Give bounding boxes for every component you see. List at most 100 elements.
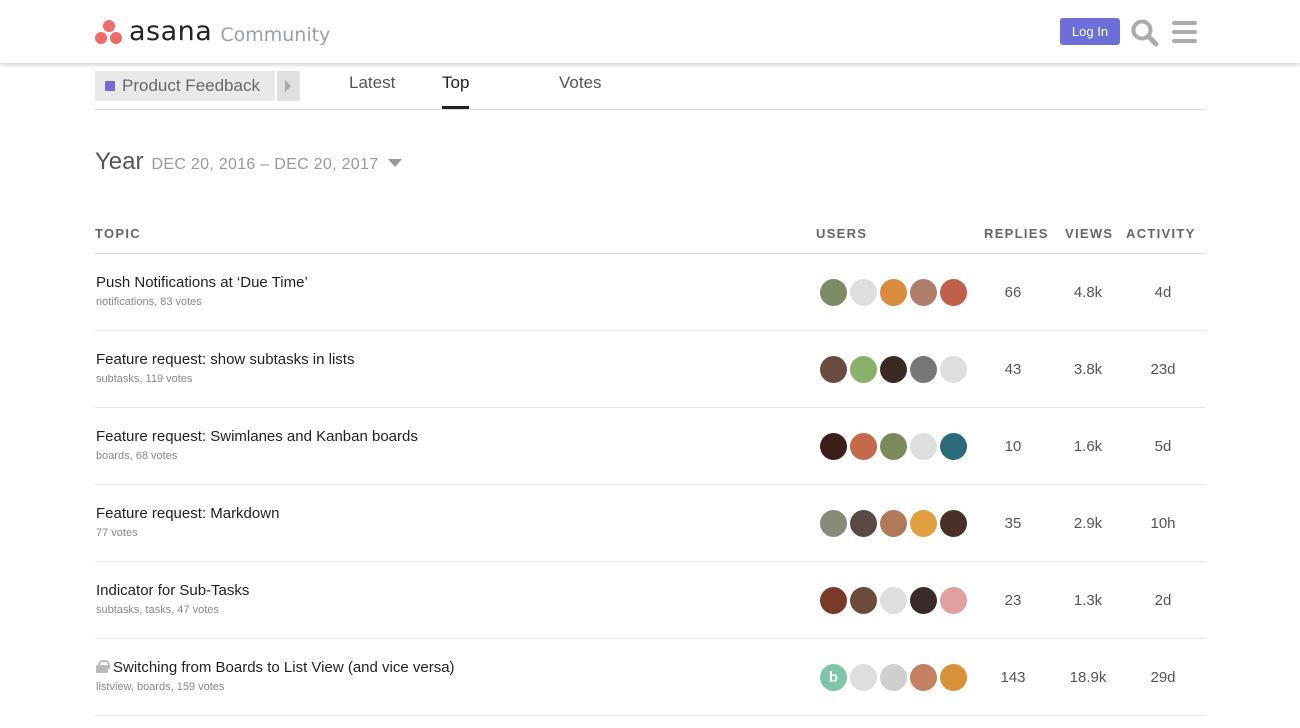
column-activity[interactable]: ACTIVITY xyxy=(1126,226,1196,241)
brand-subtitle: Community xyxy=(220,23,331,46)
reply-count: 66 xyxy=(1004,284,1022,301)
view-count: 2.9k xyxy=(1073,515,1103,532)
avatar[interactable] xyxy=(910,433,937,460)
reply-count: 43 xyxy=(1004,361,1022,378)
avatar[interactable] xyxy=(850,510,877,537)
avatar[interactable] xyxy=(850,356,877,383)
participant-avatars xyxy=(820,510,970,537)
period-range: DEC 20, 2016 – DEC 20, 2017 xyxy=(151,156,379,173)
participant-avatars: b xyxy=(820,664,970,691)
participant-avatars xyxy=(820,433,970,460)
table-row: Indicator for Sub-Tasks subtasks, tasks,… xyxy=(95,562,1206,639)
table-row: Push Notifications at ‘Due Time’ notific… xyxy=(95,254,1206,331)
last-activity[interactable]: 10h xyxy=(1123,515,1203,532)
avatar[interactable] xyxy=(940,664,967,691)
column-users: USERS xyxy=(816,226,868,241)
view-count: 3.8k xyxy=(1073,361,1103,378)
tab-votes[interactable]: Votes xyxy=(559,73,602,109)
category-color-swatch xyxy=(105,81,115,91)
avatar[interactable] xyxy=(880,433,907,460)
view-count: 1.3k xyxy=(1073,592,1103,609)
tab-latest[interactable]: Latest xyxy=(349,73,395,109)
category-selector[interactable]: Product Feedback xyxy=(95,71,275,101)
topic-title-link[interactable]: Indicator for Sub-Tasks xyxy=(96,582,249,599)
avatar[interactable] xyxy=(940,433,967,460)
avatar[interactable] xyxy=(880,279,907,306)
topic-title-link[interactable]: Feature request: Markdown xyxy=(96,505,279,522)
avatar[interactable] xyxy=(910,664,937,691)
tab-top[interactable]: Top xyxy=(442,73,470,109)
avatar[interactable] xyxy=(910,356,937,383)
avatar[interactable] xyxy=(850,664,877,691)
topic-title-link[interactable]: Push Notifications at ‘Due Time’ xyxy=(96,274,308,291)
avatar[interactable]: b xyxy=(820,664,847,691)
reply-count: 35 xyxy=(1004,515,1022,532)
avatar[interactable] xyxy=(850,587,877,614)
avatar[interactable] xyxy=(910,587,937,614)
reply-count: 143 xyxy=(1000,669,1026,686)
column-topic: TOPIC xyxy=(95,226,141,241)
topic-table-header: TOPIC USERS REPLIES VIEWS ACTIVITY xyxy=(95,222,1206,254)
avatar[interactable] xyxy=(940,356,967,383)
avatar[interactable] xyxy=(880,356,907,383)
last-activity[interactable]: 29d xyxy=(1123,669,1203,686)
topic-title-link[interactable]: Feature request: Swimlanes and Kanban bo… xyxy=(96,428,418,445)
period-selector[interactable]: Year DEC 20, 2016 – DEC 20, 2017 xyxy=(95,148,403,176)
table-row: Feature request: Markdown 77 votes 35 2.… xyxy=(95,485,1206,562)
column-views[interactable]: VIEWS xyxy=(1065,226,1113,241)
reply-count: 23 xyxy=(1004,592,1022,609)
topic-tags: subtasks, tasks, 47 votes xyxy=(96,604,219,616)
avatar[interactable] xyxy=(820,279,847,306)
last-activity[interactable]: 4d xyxy=(1123,284,1203,301)
table-row: Feature request: show subtasks in lists … xyxy=(95,331,1206,408)
view-count: 4.8k xyxy=(1073,284,1103,301)
period-title: Year xyxy=(95,148,144,175)
asana-logo-icon xyxy=(95,19,123,45)
avatar[interactable] xyxy=(820,433,847,460)
hamburger-menu-icon[interactable] xyxy=(1171,19,1199,45)
avatar[interactable] xyxy=(850,433,877,460)
avatar[interactable] xyxy=(820,510,847,537)
topic-tags: boards, 68 votes xyxy=(96,450,178,462)
last-activity[interactable]: 23d xyxy=(1123,361,1203,378)
brand-name: asana xyxy=(129,16,213,47)
last-activity[interactable]: 5d xyxy=(1123,438,1203,455)
avatar[interactable] xyxy=(880,587,907,614)
avatar[interactable] xyxy=(880,664,907,691)
avatar[interactable] xyxy=(820,587,847,614)
reply-count: 10 xyxy=(1004,438,1022,455)
avatar[interactable] xyxy=(910,510,937,537)
topic-title-link[interactable]: Feature request: show subtasks in lists xyxy=(96,351,354,368)
avatar[interactable] xyxy=(820,356,847,383)
topic-title-link[interactable]: Switching from Boards to List View (and … xyxy=(113,659,455,676)
topic-tags: listview, boards, 159 votes xyxy=(96,681,225,693)
last-activity[interactable]: 2d xyxy=(1123,592,1203,609)
chevron-down-icon[interactable] xyxy=(388,159,403,167)
topic-tags: 77 votes xyxy=(96,527,138,539)
table-row: Feature request: Swimlanes and Kanban bo… xyxy=(95,408,1206,485)
topic-tags: notifications, 83 votes xyxy=(96,296,202,308)
category-dropdown[interactable]: Product Feedback xyxy=(95,71,300,101)
view-count: 18.9k xyxy=(1069,669,1107,686)
site-header: asana Community Log In xyxy=(0,0,1300,63)
table-row: Switching from Boards to List View (and … xyxy=(95,639,1206,716)
avatar[interactable] xyxy=(940,587,967,614)
asana-community-logo[interactable]: asana Community xyxy=(95,17,330,47)
lock-icon xyxy=(96,660,110,673)
avatar[interactable] xyxy=(940,510,967,537)
category-label: Product Feedback xyxy=(122,76,260,95)
topic-navigation: Product Feedback Latest Top Votes xyxy=(95,63,1206,110)
caret-right-icon[interactable] xyxy=(277,71,300,101)
column-replies[interactable]: REPLIES xyxy=(984,226,1049,241)
avatar[interactable] xyxy=(850,279,877,306)
participant-avatars xyxy=(820,587,970,614)
avatar[interactable] xyxy=(910,279,937,306)
search-icon[interactable] xyxy=(1130,18,1160,48)
participant-avatars xyxy=(820,356,970,383)
view-count: 1.6k xyxy=(1073,438,1103,455)
participant-avatars xyxy=(820,279,970,306)
avatar[interactable] xyxy=(940,279,967,306)
topic-tags: subtasks, 119 votes xyxy=(96,373,193,385)
avatar[interactable] xyxy=(880,510,907,537)
login-button[interactable]: Log In xyxy=(1060,18,1120,45)
